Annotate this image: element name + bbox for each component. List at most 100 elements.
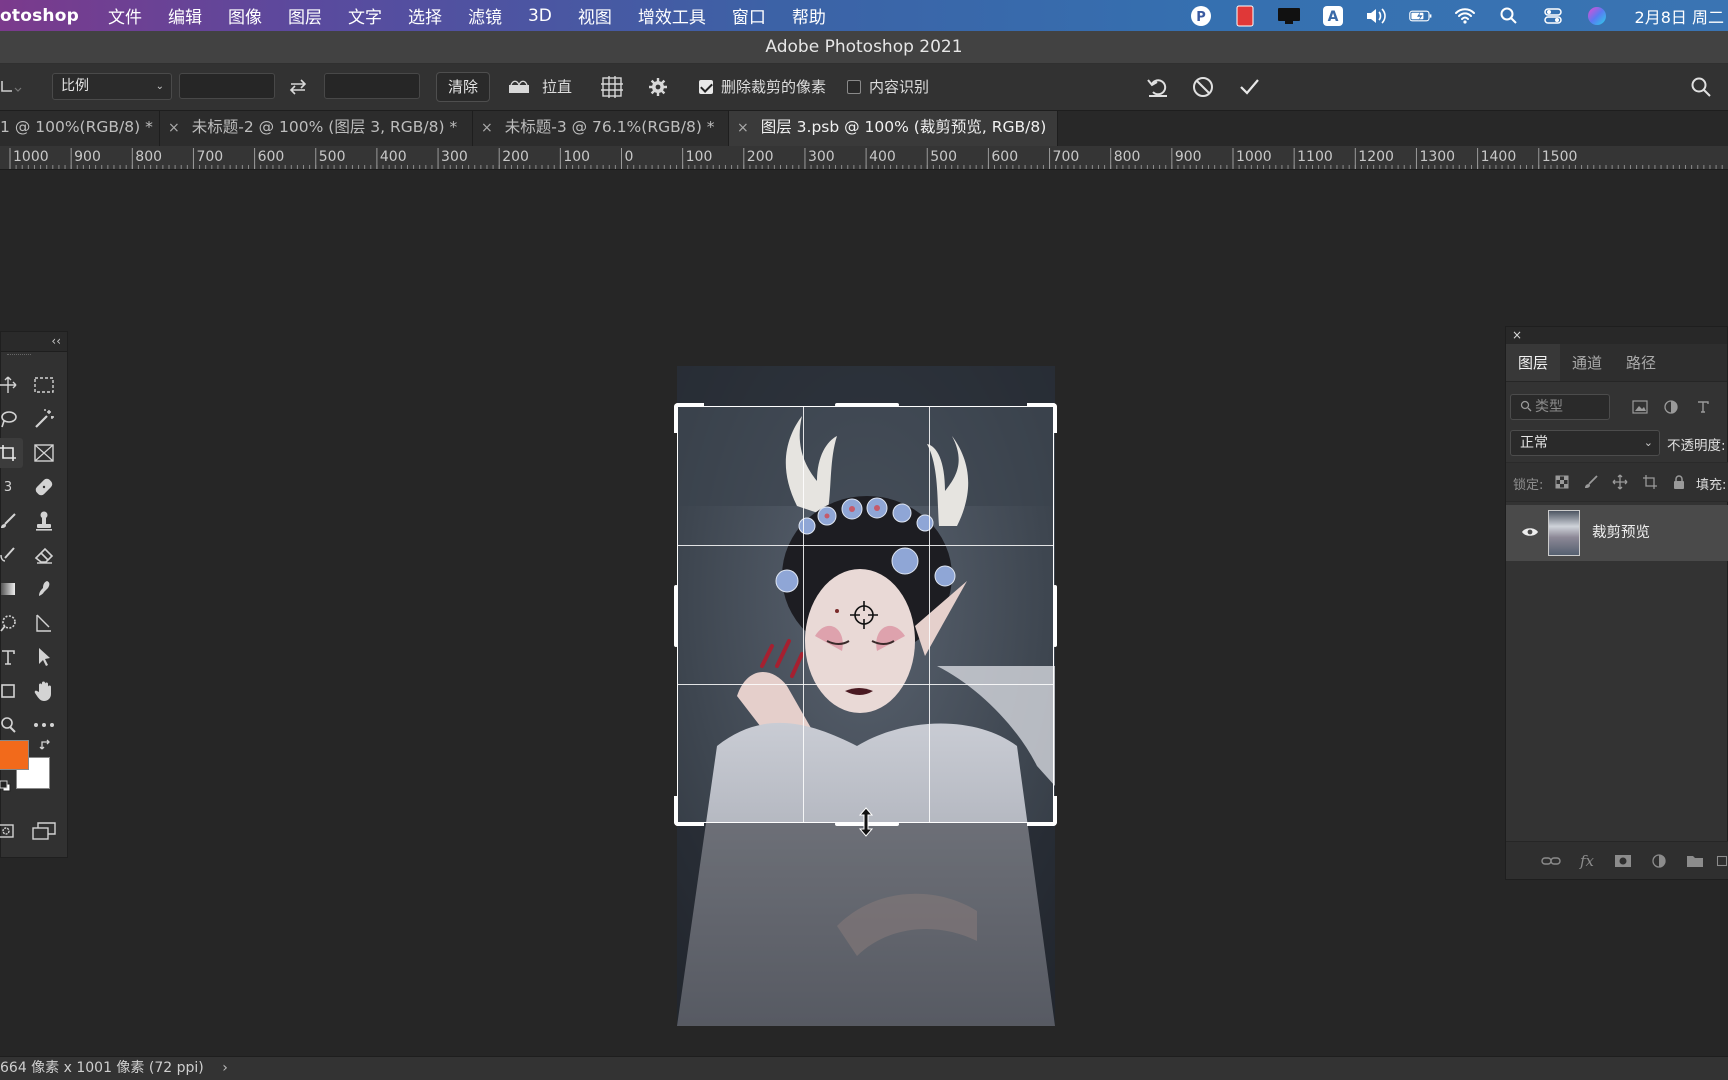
overlay-grid-icon[interactable] <box>599 74 625 100</box>
collapse-panel-icon[interactable]: ‹‹ <box>1 332 67 352</box>
lock-transparent-icon[interactable] <box>1551 471 1573 493</box>
clear-button[interactable]: 清除 <box>436 72 490 102</box>
add-mask-icon[interactable] <box>1612 850 1634 872</box>
settings-gear-icon[interactable] <box>645 74 671 100</box>
swap-dimensions-icon[interactable] <box>285 74 311 100</box>
healing-brush-icon[interactable] <box>29 472 59 502</box>
foreground-color-swatch[interactable] <box>0 740 29 770</box>
lasso-tool-icon[interactable] <box>0 404 23 434</box>
screen-icon[interactable] <box>1277 5 1301 27</box>
tab-doc-4-active[interactable]: × 图层 3.psb @ 100% (裁剪预览, RGB/8) <box>729 111 1058 146</box>
new-layer-icon[interactable] <box>1716 850 1728 872</box>
content-aware-checkbox[interactable]: 内容识别 <box>847 76 929 98</box>
smudge-tool-icon[interactable] <box>29 574 59 604</box>
link-layers-icon[interactable] <box>1540 850 1562 872</box>
magic-wand-icon[interactable] <box>29 404 59 434</box>
tab-doc-3[interactable]: × 未标题-3 @ 76.1%(RGB/8) * <box>473 111 729 146</box>
opacity-label[interactable]: 不透明度: <box>1667 434 1726 454</box>
eyedropper-tool-icon[interactable]: 3 <box>0 472 23 502</box>
layer-effects-icon[interactable]: fx <box>1576 850 1598 872</box>
horizontal-ruler[interactable]: 1000 900 800 700 600 500 400 300 200 100 0 100 200 30… <box>0 146 1728 170</box>
crop-tool-icon[interactable] <box>0 438 23 468</box>
crop-handle-top-right[interactable] <box>1027 403 1057 433</box>
menu-layer[interactable]: 图层 <box>275 3 335 28</box>
crop-handle-top[interactable] <box>835 403 899 407</box>
filter-type-icon[interactable] <box>1692 396 1714 418</box>
fill-label[interactable]: 填充: <box>1696 474 1726 493</box>
volume-icon[interactable] <box>1365 5 1389 27</box>
tab-channels[interactable]: 通道 <box>1560 344 1614 381</box>
close-icon[interactable]: × <box>481 120 493 136</box>
quick-mask-icon[interactable] <box>0 816 21 846</box>
menu-edit[interactable]: 编辑 <box>155 3 215 28</box>
crop-handle-right[interactable] <box>1053 585 1057 647</box>
zoom-tool-icon[interactable] <box>0 710 23 740</box>
blend-mode-select[interactable]: 正常 ⌄ <box>1510 430 1660 456</box>
menu-plugins[interactable]: 增效工具 <box>625 3 719 28</box>
move-tool-icon[interactable] <box>0 370 23 400</box>
straighten-icon[interactable] <box>506 74 532 100</box>
crop-width-input[interactable] <box>179 73 275 99</box>
rectangle-tool-icon[interactable] <box>0 676 23 706</box>
lock-image-icon[interactable] <box>1580 471 1602 493</box>
close-icon[interactable]: × <box>737 120 749 136</box>
frame-tool-icon[interactable] <box>29 438 59 468</box>
menu-image[interactable]: 图像 <box>215 3 275 28</box>
keyboard-a-icon[interactable]: A <box>1321 5 1345 27</box>
layer-row[interactable]: 裁剪预览 <box>1506 505 1728 561</box>
cancel-crop-icon[interactable] <box>1190 74 1216 100</box>
close-icon[interactable]: × <box>168 120 180 136</box>
wifi-icon[interactable] <box>1453 5 1477 27</box>
reset-crop-icon[interactable] <box>1145 74 1171 100</box>
crop-handle-top-left[interactable] <box>674 403 704 433</box>
crop-height-input[interactable] <box>324 73 420 99</box>
menu-type[interactable]: 文字 <box>335 3 395 28</box>
battery-icon[interactable] <box>1408 5 1433 27</box>
default-colors-icon[interactable] <box>0 778 13 794</box>
menu-window[interactable]: 窗口 <box>719 3 779 28</box>
menu-select[interactable]: 选择 <box>395 3 455 28</box>
gradient-tool-icon[interactable] <box>0 574 23 604</box>
tab-doc-1[interactable]: 1 @ 100%(RGB/8) * <box>0 111 160 146</box>
control-center-icon[interactable] <box>1541 5 1565 27</box>
ratio-select[interactable]: 比例 ⌄ <box>52 73 172 100</box>
filter-pixel-icon[interactable] <box>1629 396 1651 418</box>
commit-crop-icon[interactable] <box>1236 74 1262 100</box>
input-method-icon[interactable]: P <box>1189 5 1213 27</box>
tab-paths[interactable]: 路径 <box>1614 344 1668 381</box>
menu-file[interactable]: 文件 <box>95 3 155 28</box>
hand-tool-icon[interactable] <box>29 676 59 706</box>
swap-colors-icon[interactable] <box>35 734 57 756</box>
clone-stamp-icon[interactable] <box>29 506 59 536</box>
eraser-tool-icon[interactable] <box>29 540 59 570</box>
app-menu[interactable]: otoshop <box>0 6 95 26</box>
lock-position-icon[interactable] <box>1609 471 1631 493</box>
crop-handle-left[interactable] <box>674 585 678 647</box>
menu-filter[interactable]: 滤镜 <box>455 3 515 28</box>
status-menu-arrow-icon[interactable]: › <box>222 1060 228 1076</box>
path-selection-icon[interactable] <box>29 642 59 672</box>
menu-help[interactable]: 帮助 <box>779 3 839 28</box>
layer-filter-select[interactable]: 类型 <box>1510 394 1610 420</box>
tab-layers[interactable]: 图层 <box>1506 344 1561 381</box>
crop-handle-bottom-left[interactable] <box>674 796 704 826</box>
eye-visibility-icon[interactable] <box>1518 520 1542 544</box>
panel-grip[interactable] <box>7 354 31 358</box>
type-tool-icon[interactable] <box>0 642 23 672</box>
lock-artboard-icon[interactable] <box>1639 471 1661 493</box>
new-group-folder-icon[interactable] <box>1684 850 1706 872</box>
delete-cropped-pixels-checkbox[interactable]: 删除裁剪的像素 <box>699 76 826 98</box>
tab-doc-2[interactable]: × 未标题-2 @ 100% (图层 3, RGB/8) * <box>160 111 473 146</box>
straighten-button[interactable]: 拉直 <box>542 76 572 98</box>
crop-handle-bottom-right[interactable] <box>1027 796 1057 826</box>
menu-3d[interactable]: 3D <box>515 6 565 26</box>
record-icon[interactable] <box>1233 5 1257 27</box>
search-icon[interactable] <box>1688 74 1714 100</box>
dodge-tool-icon[interactable] <box>0 608 23 638</box>
menubar-clock[interactable]: 2月8日 周二 <box>1629 4 1724 28</box>
filter-adjustment-icon[interactable] <box>1660 396 1682 418</box>
pen-path-tool-icon[interactable] <box>29 608 59 638</box>
layer-name[interactable]: 裁剪预览 <box>1592 521 1650 542</box>
search-icon[interactable] <box>1497 5 1521 27</box>
screen-mode-icon[interactable] <box>29 816 59 846</box>
